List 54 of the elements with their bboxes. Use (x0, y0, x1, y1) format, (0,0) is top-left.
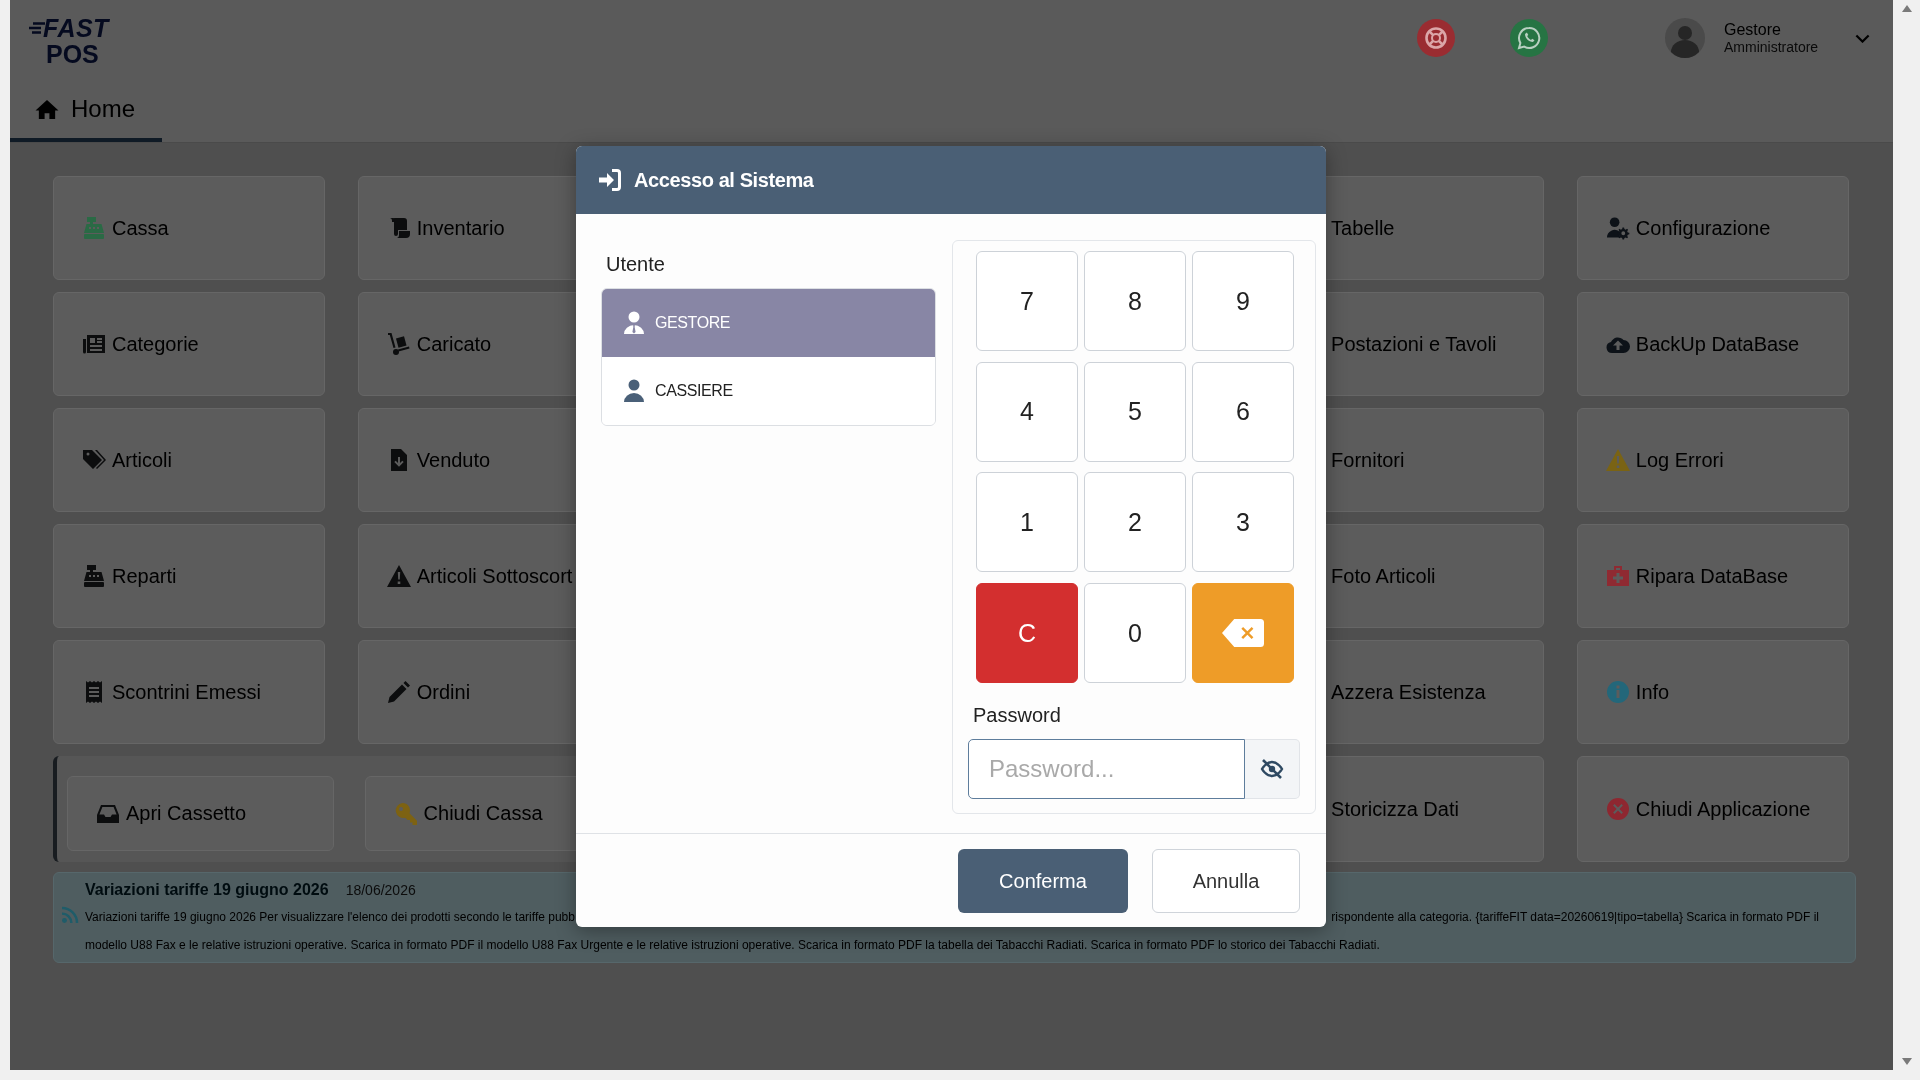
scroll-down-icon[interactable] (1901, 1058, 1912, 1065)
user-name: Gestore (1724, 20, 1782, 39)
menu-tile[interactable]: Scontrini Emessi (53, 640, 326, 744)
menu-tile[interactable]: Reparti (53, 524, 326, 628)
password-field[interactable]: Password... (968, 739, 1245, 800)
keypad-key[interactable]: 1 (976, 472, 1078, 573)
lifebuoy-icon[interactable] (1417, 19, 1455, 57)
chevron-down-icon[interactable] (1855, 33, 1870, 43)
password-label: Password (973, 703, 1062, 728)
news-text: rispondente alla categoria. {tariffeFIT data=20260619|tipo=tabella} Scarica in formato PDF il (1331, 909, 1819, 926)
cancel-button[interactable]: Annulla (1152, 849, 1300, 914)
sign-in-icon (598, 169, 622, 191)
user-role: Amministratore (1724, 39, 1820, 56)
home-icon (34, 97, 60, 121)
keypad-key[interactable]: 4 (976, 361, 1078, 462)
menu-tile[interactable]: Cassa (53, 176, 326, 280)
user-icon (622, 379, 646, 403)
menu-tile[interactable]: Info (1576, 640, 1849, 744)
rss-icon (62, 906, 79, 923)
clear-key[interactable]: C (976, 583, 1078, 684)
home-tab[interactable]: Home (10, 76, 163, 142)
backspace-key[interactable] (1192, 583, 1294, 684)
keypad-key[interactable]: 3 (1192, 472, 1294, 573)
menu-tile[interactable]: Log Errori (1576, 408, 1849, 512)
news-date: 18/06/2026 (345, 881, 416, 900)
speed-lines-icon (29, 22, 45, 34)
user-tie-icon (622, 311, 646, 335)
news-text: Variazioni tariffe 19 giugno 2026 Per visualizzare l'elenco dei prodotti secondo le tariffe pubb (85, 909, 575, 926)
news-text: modello U88 Fax e le relative istruzioni operative. Scarica in formato PDF il modello U88 Fax Urgente e le relative istruzioni operative. Scarica in formato PDF la tabella dei Tabacchi Radiati. Scarica in formato PDF lo storico dei Tabacchi Radiati. (85, 937, 1380, 954)
scroll-up-icon[interactable] (1901, 5, 1912, 12)
confirm-button[interactable]: Conferma (958, 849, 1128, 914)
backspace-icon (1222, 619, 1264, 648)
logo-text: POS (46, 42, 100, 66)
menu-tile[interactable]: Categorie (53, 292, 326, 396)
keypad-key[interactable]: 2 (1084, 472, 1186, 573)
keypad-key[interactable]: 6 (1192, 361, 1294, 462)
user-avatar[interactable] (1665, 18, 1705, 58)
menu-tile[interactable]: Chiudi Applicazione (1576, 756, 1849, 862)
chat-phone-icon[interactable] (1510, 19, 1548, 57)
dialog-title: Accesso al Sistema (634, 168, 814, 192)
menu-tile[interactable]: Articoli (53, 408, 326, 512)
keypad-key[interactable]: 8 (1084, 251, 1186, 351)
keypad-key[interactable]: 0 (1084, 583, 1186, 684)
keypad-key[interactable]: 5 (1084, 361, 1186, 462)
logo-text: FAST (43, 16, 109, 40)
menu-tile[interactable]: BackUp DataBase (1576, 292, 1849, 396)
menu-tile[interactable]: Ripara DataBase (1576, 524, 1849, 628)
news-title: Variazioni tariffe 19 giugno 2026 (85, 880, 329, 900)
keypad-key[interactable]: 9 (1192, 251, 1294, 351)
keypad-key[interactable]: 7 (976, 251, 1078, 351)
menu-tile[interactable]: Apri Cassetto (67, 776, 334, 851)
show-password-button[interactable] (1245, 739, 1300, 800)
user-list-item[interactable]: GESTORE (602, 289, 935, 357)
menu-tile[interactable]: Configurazione (1576, 176, 1849, 280)
